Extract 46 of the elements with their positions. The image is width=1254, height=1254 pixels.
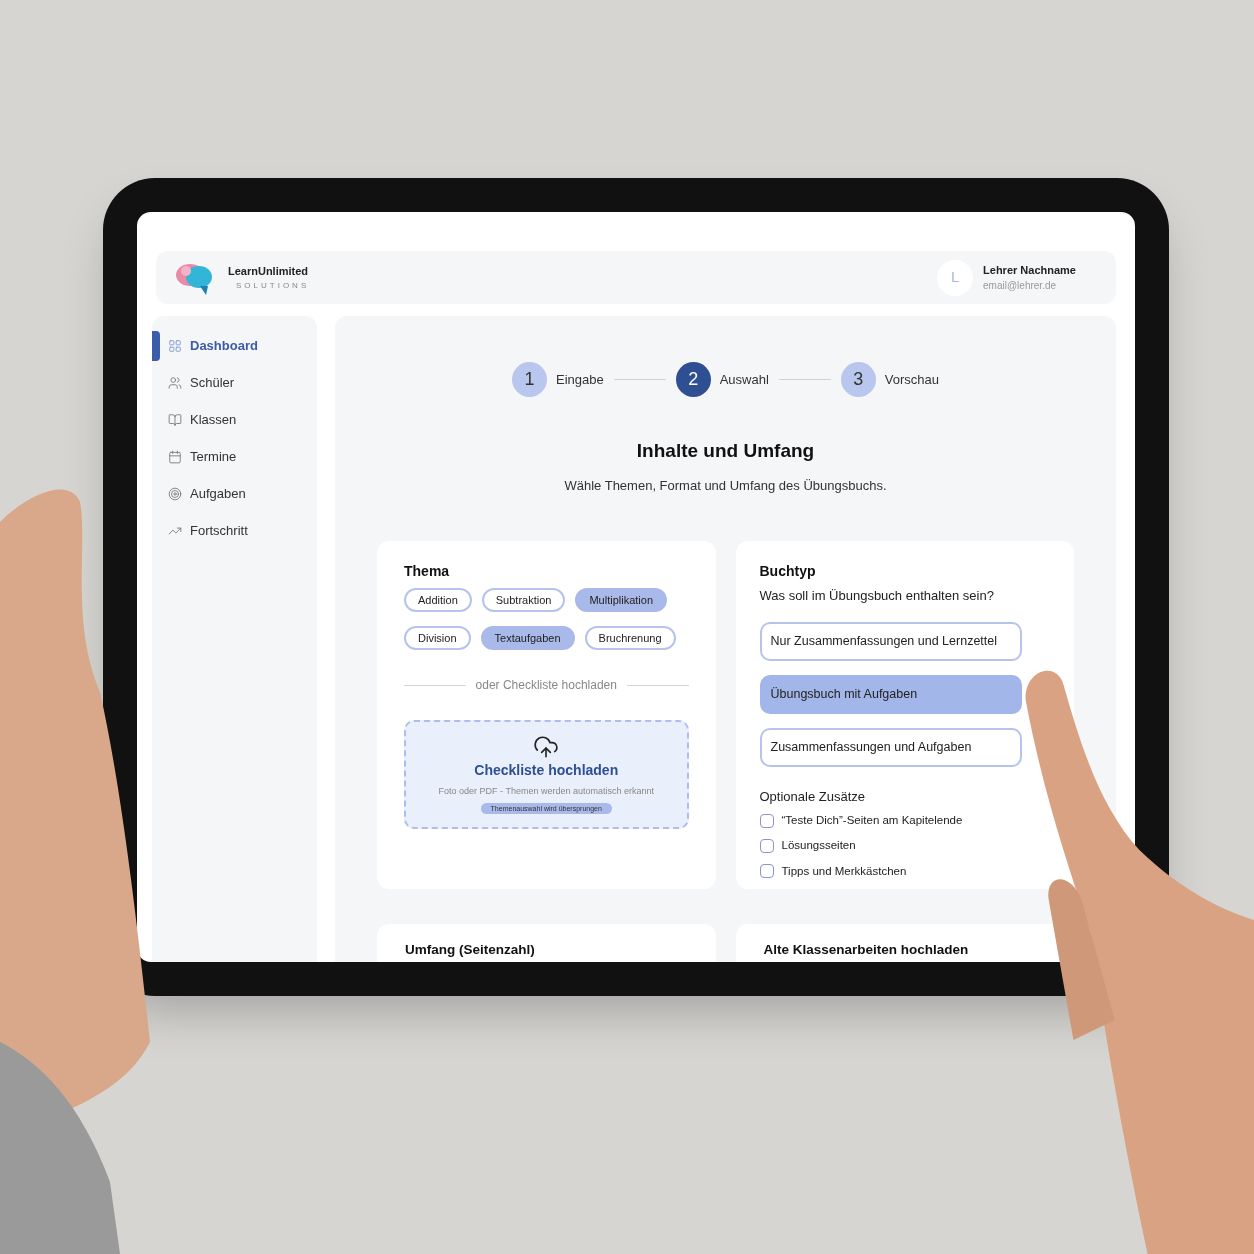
- card-question: Was soll im Übungsbuch enthalten sein?: [759, 587, 995, 605]
- step-label: Eingabe: [555, 370, 604, 389]
- upload-hint: Foto oder PDF - Themen werden automatisch erkannt: [438, 785, 654, 798]
- sidebar-item[interactable]: Klassen: [168, 409, 237, 430]
- topic-chip[interactable]: Bruchrenung: [584, 626, 676, 650]
- page-subtitle: Wähle Themen, Format und Umfang des Übungsbuchs.: [564, 476, 887, 495]
- brand-name: LearnUnlimited: [228, 264, 310, 280]
- checkbox[interactable]: [759, 864, 774, 879]
- sidebar-item[interactable]: Fortschritt: [168, 520, 248, 541]
- page-title: Inhalte und Umfang: [636, 439, 815, 463]
- topic-chip[interactable]: Multiplikation: [575, 588, 667, 612]
- divider-label: oder Checkliste hochladen: [475, 677, 617, 694]
- topic-chip[interactable]: Addition: [404, 588, 472, 612]
- checkbox-label: “Teste Dich”-Seiten am Kapitelende: [781, 813, 963, 828]
- book-type-option[interactable]: Nur Zusammenfassungen und Lernzettel: [759, 621, 1022, 661]
- target-icon: [168, 486, 182, 501]
- sidebar-item[interactable]: Schüler: [168, 372, 235, 393]
- step-label: Auswahl: [719, 370, 769, 389]
- card-title: Umfang (Seitenzahl): [405, 941, 536, 959]
- upload-title: Checkliste hochladen: [474, 761, 619, 780]
- topic-chip[interactable]: Textaufgaben: [480, 626, 575, 650]
- card-title: Alte Klassenarbeiten hochladen: [763, 941, 970, 959]
- topic-chip[interactable]: Division: [404, 626, 471, 650]
- step-label: Vorschau: [884, 370, 940, 389]
- book-icon: [168, 412, 182, 427]
- card-title: Buchtyp: [759, 562, 817, 581]
- sidebar-item[interactable]: Aufgaben: [168, 483, 246, 504]
- checkbox-label: Lösungsseiten: [781, 838, 856, 854]
- checkbox[interactable]: [759, 838, 774, 853]
- extras-title: Optionale Zusätze: [759, 787, 866, 806]
- checkbox-label: Tipps und Merkkästchen: [781, 863, 907, 879]
- book-type-option[interactable]: Übungsbuch mit Aufgaben: [759, 674, 1022, 714]
- user-name: Lehrer Nachname: [983, 262, 1076, 278]
- checkbox[interactable]: [759, 813, 774, 828]
- book-type-option[interactable]: Zusammenfassungen und Aufgaben: [759, 727, 1022, 767]
- user-email: email@lehrer.de: [983, 279, 1058, 294]
- sidebar-item[interactable]: Dashboard: [168, 335, 258, 356]
- active-indicator: [152, 330, 160, 361]
- calendar-icon: [168, 449, 182, 464]
- grid-icon: [168, 338, 182, 353]
- brand-tagline: SOLUTIONS: [235, 279, 310, 292]
- card-title: Thema: [404, 562, 451, 581]
- upload-icon: [533, 734, 560, 760]
- sidebar-item[interactable]: Termine: [168, 446, 237, 467]
- people-icon: [168, 375, 182, 390]
- topic-chip[interactable]: Subtraktion: [481, 588, 566, 612]
